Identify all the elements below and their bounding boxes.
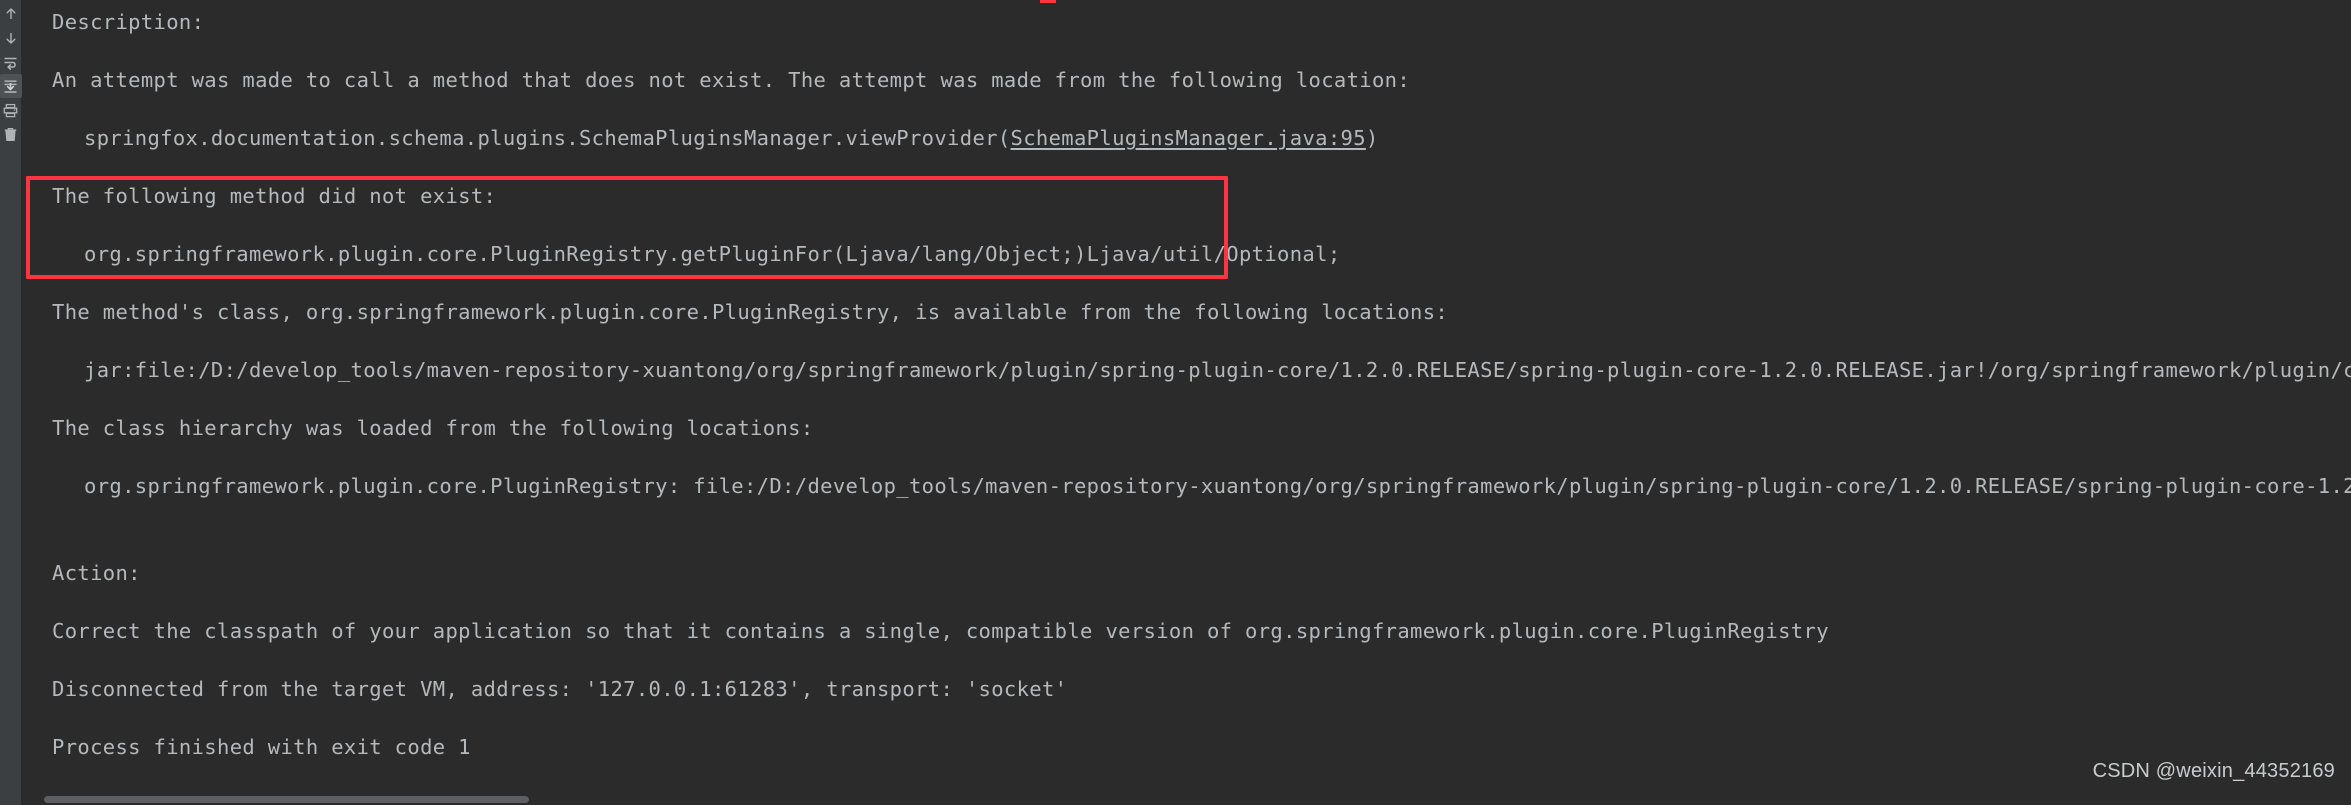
console-line: org.springframework.plugin.core.PluginRe… bbox=[84, 242, 1341, 266]
scroll-to-end-icon[interactable] bbox=[0, 74, 22, 98]
scroll-up-icon[interactable] bbox=[0, 2, 22, 26]
console-output-area[interactable]: Description: An attempt was made to call … bbox=[22, 0, 2351, 805]
console-toolbar bbox=[0, 0, 22, 805]
console-line: Description: bbox=[52, 10, 205, 34]
horizontal-scrollbar-track[interactable] bbox=[22, 793, 2351, 805]
scroll-down-icon[interactable] bbox=[0, 26, 22, 50]
console-line: org.springframework.plugin.core.PluginRe… bbox=[84, 474, 2351, 498]
console-line: Correct the classpath of your applicatio… bbox=[52, 619, 1829, 643]
console-line: Disconnected from the target VM, address… bbox=[52, 677, 1068, 701]
console-line: Process finished with exit code 1 bbox=[52, 735, 471, 759]
console-text: Description: An attempt was made to call … bbox=[22, 0, 2351, 805]
watermark-text: CSDN @weixin_44352169 bbox=[2092, 760, 2335, 782]
console-line: jar:file:/D:/develop_tools/maven-reposit… bbox=[84, 358, 2351, 382]
console-line: The following method did not exist: bbox=[52, 184, 497, 208]
stacktrace-link[interactable]: SchemaPluginsManager.java:95 bbox=[1011, 126, 1366, 150]
console-panel: Description: An attempt was made to call … bbox=[0, 0, 2351, 805]
console-line: The class hierarchy was loaded from the … bbox=[52, 416, 814, 440]
clear-all-trash-icon[interactable] bbox=[0, 122, 22, 146]
console-line: springfox.documentation.schema.plugins.S… bbox=[84, 126, 1379, 150]
console-line: Action: bbox=[52, 561, 141, 585]
console-line: The method's class, org.springframework.… bbox=[52, 300, 1449, 324]
print-icon[interactable] bbox=[0, 98, 22, 122]
soft-wrap-icon[interactable] bbox=[0, 50, 22, 74]
console-line: An attempt was made to call a method tha… bbox=[52, 68, 1411, 92]
horizontal-scrollbar-thumb[interactable] bbox=[44, 796, 529, 803]
